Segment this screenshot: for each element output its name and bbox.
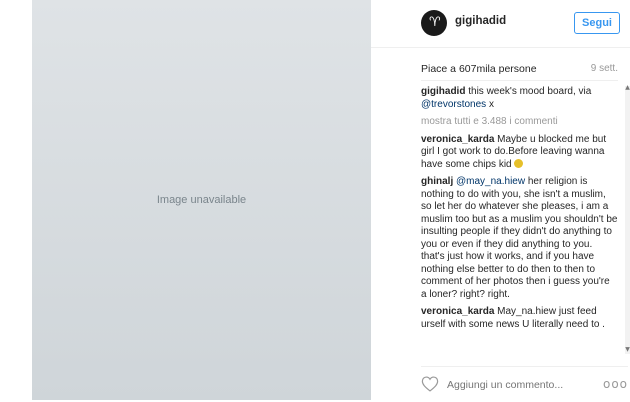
show-all-comments-link[interactable]: mostra tutti e 3.488 i commenti	[421, 116, 618, 129]
caption: gigihadid this week's mood board, via @t…	[421, 86, 618, 111]
follow-button[interactable]: Segui	[574, 12, 620, 34]
comment-mention[interactable]: @may_na.hiew	[453, 176, 525, 187]
comment-username[interactable]: veronica_karda	[421, 134, 494, 145]
likes-count[interactable]: Piace a 607mila persone	[421, 63, 537, 75]
comment-text: her religion is nothing to do with you, …	[421, 176, 618, 300]
post-image-placeholder-label: Image unavailable	[156, 194, 247, 206]
scroll-down-icon[interactable]: ▼	[625, 346, 630, 353]
post-footer: ooo	[421, 366, 628, 400]
avatar[interactable]: ♈	[421, 10, 447, 36]
comment-item: ghinalj @may_na.hiew her religion is not…	[421, 176, 618, 301]
emoji-icon	[513, 158, 523, 168]
caption-text: this week's mood board, via	[465, 86, 592, 97]
post-timestamp[interactable]: 9 sett.	[591, 63, 618, 74]
likes-row: Piace a 607mila persone 9 sett.	[421, 60, 618, 76]
comment-username[interactable]: ghinalj	[421, 176, 453, 187]
comment-item: veronica_karda Maybe u blocked me but gi…	[421, 134, 618, 172]
add-comment-input[interactable]	[447, 377, 587, 393]
avatar-logo-icon: ♈	[429, 15, 441, 30]
caption-suffix: x	[486, 98, 494, 110]
comments-scrollbar[interactable]	[625, 86, 630, 354]
post-image[interactable]: Image unavailable	[32, 0, 371, 400]
header-username[interactable]: gigihadid	[455, 15, 506, 27]
comment-username[interactable]: veronica_karda	[421, 306, 494, 317]
comment-item: veronica_karda May_na.hiew just feed urs…	[421, 306, 618, 331]
more-options-icon[interactable]: ooo	[603, 377, 627, 391]
caption-mention[interactable]: @trevorstones	[421, 99, 486, 110]
post-header: ♈ gigihadid Segui	[371, 0, 630, 48]
heart-icon[interactable]	[421, 376, 439, 392]
scroll-up-icon[interactable]: ▲	[625, 84, 630, 91]
post-sidebar: ♈ gigihadid Segui Piace a 607mila person…	[371, 0, 630, 402]
divider	[421, 80, 618, 81]
caption-username[interactable]: gigihadid	[421, 86, 465, 97]
comments-list: gigihadid this week's mood board, via @t…	[421, 86, 618, 354]
